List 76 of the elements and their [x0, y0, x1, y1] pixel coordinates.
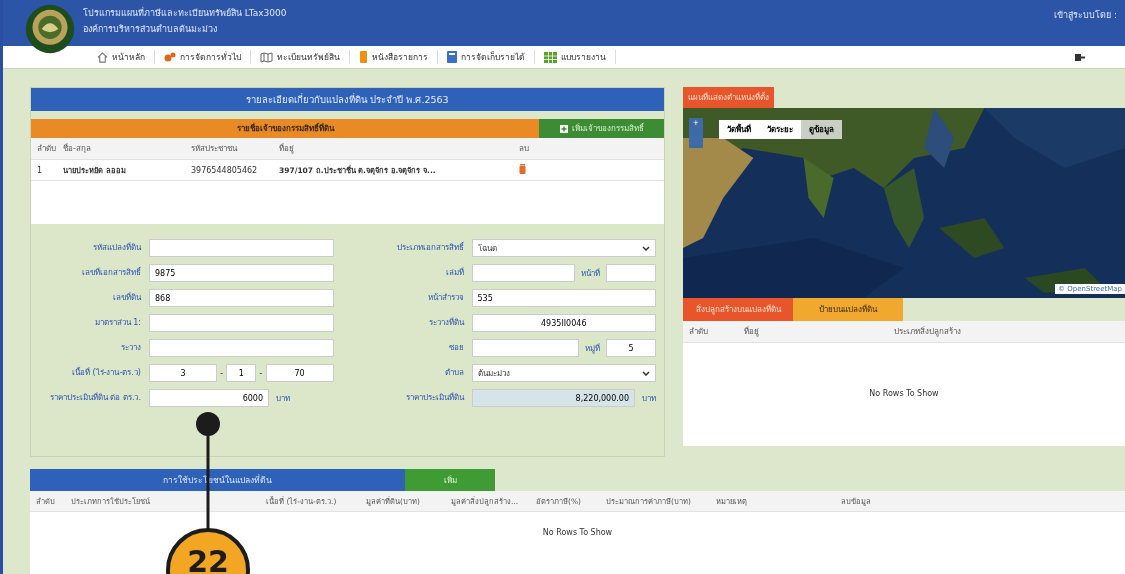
column-header: ชื่อ-สกุล: [63, 142, 92, 155]
home-icon: [97, 51, 108, 63]
book-icon: [359, 51, 368, 63]
field-label: เนื้อที่ (ไร่-งาน-ตร.ว): [70, 369, 141, 377]
field-label: หน้าสำรวจ: [426, 294, 464, 302]
field-label: ระวางที่ดิน: [427, 319, 464, 327]
caret-icon: [642, 370, 650, 376]
table-icon: [544, 51, 557, 63]
field-label: ราคาประเมินที่ดิน: [404, 394, 464, 402]
input-field[interactable]: 535: [471, 289, 656, 307]
input-field[interactable]: [606, 264, 656, 282]
panel-title: รายละเอียดเกี่ยวกับแปลงที่ดิน ประจำปี พ.ศ.2563: [31, 88, 664, 111]
caret-icon: [642, 245, 650, 251]
organization-name: องค์การบริหารส่วนตำบลต้นมะม่วง: [83, 23, 218, 36]
field-label: ตำบล: [443, 369, 464, 377]
gears-icon: [164, 51, 176, 63]
field-label: ราคาประเมินที่ดิน ต่อ ตร.ว.: [48, 394, 141, 402]
unit-label: บาท: [641, 392, 656, 405]
dropdown[interactable]: โฉนด: [471, 239, 656, 257]
section-title: รายชื่อเจ้าของกรรมสิทธิ์ที่ดิน: [31, 119, 539, 138]
range-separator: -: [219, 368, 225, 378]
delete-icon[interactable]: [519, 164, 526, 174]
plus-icon: [559, 124, 568, 133]
zoom-in-button[interactable]: +: [689, 118, 703, 148]
field-label: เล่มที่: [444, 269, 464, 277]
map-icon: [260, 51, 273, 63]
column-header: ที่อยู่: [279, 142, 295, 155]
field-label: ระวาง: [120, 344, 141, 352]
unit-label: บาท: [275, 392, 290, 405]
tab[interactable]: ป้ายบนแปลงที่ดิน: [793, 298, 903, 321]
field-label: เลขที่ดิน: [112, 294, 141, 302]
menu-item[interactable]: การจัดการทั่วไป: [155, 50, 251, 64]
input-field[interactable]: [149, 314, 334, 332]
menu-item[interactable]: หนังสือรายการ: [350, 50, 438, 64]
add-owner-button[interactable]: เพิ่มเจ้าของกรรมสิทธิ์: [539, 119, 664, 138]
field-label: มาตราส่วน 1:: [93, 319, 141, 327]
column-header: รหัสประชาชน: [191, 143, 239, 155]
app-title: โปรแกรมแผนที่ภาษีและทะเบียนทรัพย์สิน LTax3000: [83, 6, 287, 20]
input-field[interactable]: 70: [265, 364, 334, 382]
calculator-icon: [447, 51, 457, 63]
column-header: ลบ: [519, 143, 530, 155]
table-cell-text: 1: [37, 165, 44, 175]
field-label: รหัสแปลงที่ดิน: [92, 244, 141, 252]
range-separator: -: [258, 368, 264, 378]
field-label: ซอย: [447, 344, 464, 352]
input-field[interactable]: 1: [226, 364, 257, 382]
input-field[interactable]: 4935II0046: [471, 314, 656, 332]
table-cell-text: 3976544805462: [191, 165, 259, 175]
input-field[interactable]: 5: [606, 339, 656, 357]
column-header: ลำดับ: [37, 143, 57, 155]
logout-icon[interactable]: [1075, 52, 1085, 62]
input-field[interactable]: 6000: [149, 389, 269, 407]
menu-item[interactable]: หน้าหลัก: [88, 50, 155, 64]
field-label: หน้าที่: [580, 267, 601, 280]
login-info: เข้าสู่ระบบโดย :: [1054, 9, 1117, 22]
field-label: หมู่ที่: [584, 342, 601, 355]
input-field[interactable]: 9875: [149, 264, 334, 282]
input-field[interactable]: [149, 339, 334, 357]
input-field[interactable]: [149, 239, 334, 257]
panel-title: แผนที่แสดงตำแหน่งที่ตั้ง: [683, 87, 774, 108]
dropdown[interactable]: ต้นมะม่วง: [471, 364, 656, 382]
map-tool-button[interactable]: ดูข้อมูล: [801, 120, 842, 139]
column-header: ที่อยู่: [744, 325, 760, 338]
menu-item[interactable]: แบบรายงาน: [535, 50, 616, 64]
empty-message: No Rows To Show: [869, 388, 939, 398]
input-field[interactable]: [471, 339, 579, 357]
empty-message: No Rows To Show: [542, 527, 613, 537]
menu-item[interactable]: การจัดเก็บรายได้: [438, 50, 535, 64]
emblem-logo: [25, 4, 75, 54]
input-field[interactable]: 3: [149, 364, 217, 382]
input-field[interactable]: 868: [149, 289, 334, 307]
column-header: ลำดับ: [689, 326, 709, 338]
input-field[interactable]: [471, 264, 575, 282]
column-header: ประเภทสิ่งปลูกสร้าง: [894, 325, 962, 338]
menu-item[interactable]: ทะเบียนทรัพย์สิน: [251, 50, 350, 64]
input-field[interactable]: 8,220,000.00: [471, 389, 635, 407]
